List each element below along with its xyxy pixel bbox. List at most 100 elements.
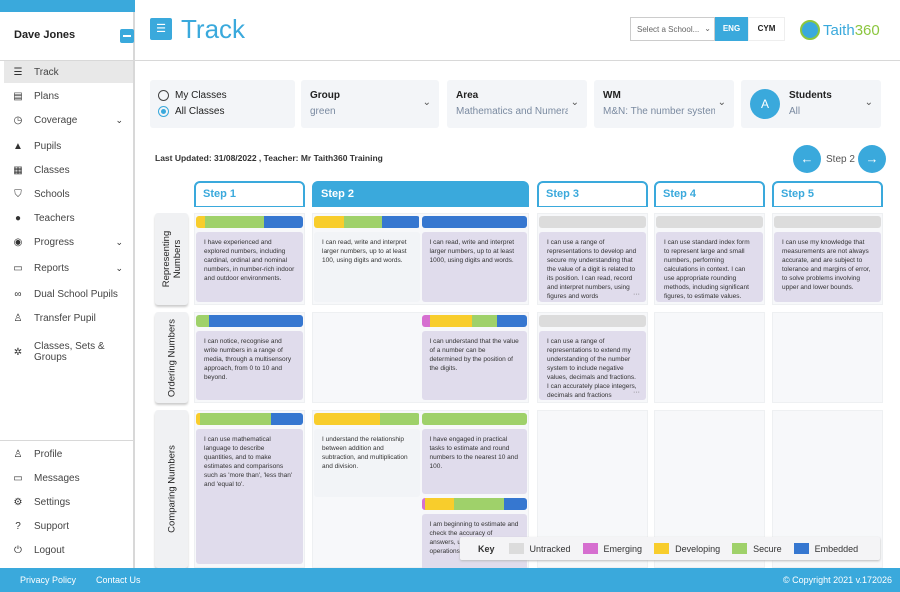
sidebar-item-label: Teachers xyxy=(34,212,75,224)
sidebar-item-classes[interactable]: ▦ Classes xyxy=(4,159,133,181)
area-select[interactable]: Area Mathematics and Numeracy⌄ xyxy=(447,80,587,128)
arrow-right-icon: → xyxy=(865,151,879,166)
bar-segment-secure xyxy=(343,216,382,228)
statement-card[interactable]: I have experienced and explored numbers,… xyxy=(196,232,303,302)
group-select[interactable]: Group green ⌄ xyxy=(301,80,439,128)
more-icon[interactable]: ··· xyxy=(633,290,640,299)
progress-bar xyxy=(196,315,303,327)
sidebar-item-schools[interactable]: ⛉ Schools xyxy=(4,183,133,205)
statement-card[interactable]: I understand the relationship between ad… xyxy=(314,429,420,497)
swatch-emerging xyxy=(582,543,598,554)
key-label: Untracked xyxy=(529,543,571,554)
area-value: Mathematics and Numeracy xyxy=(456,106,568,117)
groups-icon: ✲ xyxy=(13,346,23,358)
statement-card[interactable]: I can understand that the value of a num… xyxy=(421,331,527,400)
privacy-policy-link[interactable]: Privacy Policy xyxy=(20,575,76,585)
progress-bar xyxy=(421,498,528,510)
all-classes-radio[interactable]: All Classes xyxy=(158,106,224,117)
bar-segment-secure xyxy=(454,498,504,510)
progress-bar xyxy=(421,315,528,327)
sidebar-item-label: Profile xyxy=(34,448,63,460)
school-select[interactable]: Select a School... ⌄ xyxy=(630,17,715,41)
sidebar-item-logout[interactable]: ⏻ Logout xyxy=(4,539,133,561)
statement-card[interactable]: I can read, write and interpret larger n… xyxy=(314,232,420,302)
key-label: Emerging xyxy=(603,543,643,554)
user-name: Dave Jones xyxy=(14,29,76,41)
sidebar-item-label: Dual School Pupils xyxy=(34,288,118,300)
statement-card[interactable]: I can notice, recognise and write number… xyxy=(196,331,303,400)
statement-text: I can use a range of representations to … xyxy=(547,239,637,300)
statement-card[interactable]: I can use a range of representations to … xyxy=(539,232,646,302)
lang-eng-button[interactable]: ENG xyxy=(715,17,748,41)
contact-us-link[interactable]: Contact Us xyxy=(96,575,141,585)
sidebar-item-label: Classes, Sets & Groups xyxy=(34,341,105,363)
my-classes-radio[interactable]: My Classes xyxy=(158,90,227,101)
sidebar-item-label: Logout xyxy=(34,544,65,556)
page-title: Track xyxy=(181,14,246,44)
more-icon[interactable]: ··· xyxy=(633,388,640,397)
wm-select[interactable]: WM M&N: The number system is⌄ xyxy=(594,80,734,128)
bar-segment-embedded xyxy=(421,216,527,228)
sidebar-item-label: Pupils xyxy=(34,140,62,152)
avatar: A xyxy=(750,89,780,119)
bar-segment-developing xyxy=(314,413,381,425)
statement-text: I have engaged in practical tasks to est… xyxy=(429,436,519,470)
statement-card[interactable]: I can use a range of representations to … xyxy=(539,331,646,400)
sidebar-item-classes-sets-groups[interactable]: ✲ Classes, Sets & Groups xyxy=(4,337,133,367)
bar-segment-secure xyxy=(196,315,209,327)
row-label: Ordering Numbers xyxy=(155,312,188,403)
key-item-embedded: Embedded xyxy=(793,543,859,554)
sidebar-item-reports[interactable]: ▭ Reports ⌄ xyxy=(4,257,133,279)
graduation-cap-icon: ▲ xyxy=(13,140,23,152)
swatch-developing xyxy=(654,543,670,554)
sidebar-item-teachers[interactable]: ● Teachers xyxy=(4,207,133,229)
bar-segment-embedded xyxy=(208,315,303,327)
sidebar-item-label: Coverage xyxy=(34,114,78,126)
logo: Taith360 xyxy=(800,17,890,43)
row-label-text: Representing Numbers xyxy=(160,230,183,288)
progress-bar xyxy=(656,216,763,228)
key-item-secure: Secure xyxy=(732,543,782,554)
students-select[interactable]: A Students All ⌄ xyxy=(741,80,881,128)
key-title: Key xyxy=(478,543,495,554)
tab-step-2[interactable]: Step 2 xyxy=(312,181,529,207)
sidebar-item-dual-school-pupils[interactable]: ∞ Dual School Pupils xyxy=(4,283,133,305)
chevron-down-icon: ⌄ xyxy=(704,24,711,33)
statement-text: I have experienced and explored numbers,… xyxy=(204,239,295,282)
area-label: Area xyxy=(456,90,479,101)
statement-card[interactable]: I can use standard index form to represe… xyxy=(656,232,763,302)
sidebar-item-messages[interactable]: ▭ Messages xyxy=(4,467,133,489)
class-scope-card: My Classes All Classes xyxy=(150,80,295,128)
divider xyxy=(0,440,135,441)
chevron-down-icon: ⌄ xyxy=(115,262,123,273)
message-icon: ▭ xyxy=(13,472,23,484)
sidebar-item-support[interactable]: ? Support xyxy=(4,515,133,537)
next-step-button[interactable]: → xyxy=(858,145,886,173)
prev-step-button[interactable]: ← xyxy=(793,145,821,173)
collapse-button[interactable] xyxy=(120,29,134,43)
statement-card[interactable]: I can use my knowledge that measurements… xyxy=(774,232,881,302)
logo-number: 360 xyxy=(854,21,880,39)
statement-card[interactable]: I have engaged in practical tasks to est… xyxy=(421,429,527,494)
sidebar-item-track[interactable]: ☰ Track xyxy=(4,61,133,83)
progress-bar xyxy=(421,216,527,228)
lang-cym-button[interactable]: CYM xyxy=(748,17,785,41)
sidebar-item-progress[interactable]: ◉ Progress ⌄ xyxy=(4,231,133,253)
statement-text: I can understand that the value of a num… xyxy=(429,338,519,372)
sidebar-item-pupils[interactable]: ▲ Pupils xyxy=(4,135,133,157)
key-label: Embedded xyxy=(814,543,859,554)
statement-card[interactable]: I can use mathematical language to descr… xyxy=(196,429,303,564)
sidebar-item-profile[interactable]: ♙ Profile xyxy=(4,443,133,465)
tab-step-4[interactable]: Step 4 xyxy=(654,181,765,207)
sidebar-item-plans[interactable]: ▤ Plans xyxy=(4,85,133,107)
statement-card[interactable]: I can read, write and interpret larger n… xyxy=(421,232,527,302)
power-icon: ⏻ xyxy=(14,544,22,556)
sidebar-item-settings[interactable]: ⚙ Settings xyxy=(4,491,133,513)
tab-step-3[interactable]: Step 3 xyxy=(537,181,648,207)
progress-bar xyxy=(421,413,527,425)
tab-step-1[interactable]: Step 1 xyxy=(194,181,305,207)
row-label-text: Comparing Numbers xyxy=(166,445,177,533)
sidebar-item-coverage[interactable]: ◷ Coverage ⌄ xyxy=(4,109,133,131)
tab-step-5[interactable]: Step 5 xyxy=(772,181,883,207)
sidebar-item-transfer-pupil[interactable]: ♙ Transfer Pupil xyxy=(4,307,133,329)
